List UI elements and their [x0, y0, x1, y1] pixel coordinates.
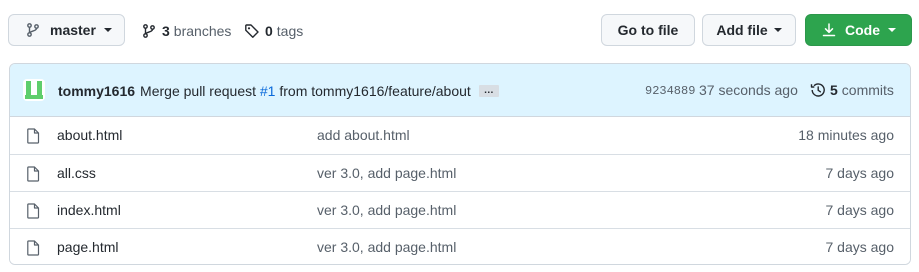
file-row[interactable]: all.css ver 3.0, add page.html 7 days ag…	[10, 154, 910, 191]
avatar[interactable]	[23, 79, 45, 101]
branch-name: master	[50, 22, 96, 38]
file-name[interactable]: about.html	[57, 127, 122, 143]
code-label: Code	[845, 22, 880, 38]
commits-label: commits	[841, 82, 894, 98]
branches-label: branches	[173, 23, 232, 39]
tag-icon	[244, 23, 260, 39]
download-icon	[821, 22, 837, 38]
pr-link[interactable]: #1	[260, 83, 276, 99]
commit-message-suffix[interactable]: from tommy1616/feature/about	[279, 83, 470, 99]
commits-count: 5	[830, 82, 838, 98]
tags-link[interactable]: 0 tags	[244, 21, 303, 41]
commits-link[interactable]: 5 commits	[810, 82, 894, 98]
file-commit-message[interactable]: ver 3.0, add page.html	[317, 239, 456, 255]
file-commit-message[interactable]: ver 3.0, add page.html	[317, 202, 456, 218]
tags-label: tags	[276, 23, 304, 39]
add-file-label: Add file	[716, 22, 768, 38]
file-age: 7 days ago	[825, 239, 895, 255]
expand-message-button[interactable]: …	[478, 85, 499, 97]
file-icon	[26, 166, 40, 185]
file-age: 7 days ago	[825, 165, 895, 181]
go-to-file-label: Go to file	[617, 22, 679, 38]
branches-link[interactable]: 3 branches	[141, 21, 231, 41]
branch-select-button[interactable]: master	[8, 14, 125, 46]
file-age: 7 days ago	[825, 202, 895, 218]
file-name[interactable]: page.html	[57, 239, 118, 255]
file-icon	[26, 240, 40, 259]
git-branch-icon	[141, 23, 157, 39]
commit-message-prefix[interactable]: Merge pull request	[140, 83, 256, 99]
commit-time[interactable]: 37 seconds ago	[699, 82, 798, 98]
history-icon	[810, 82, 826, 98]
add-file-button[interactable]: Add file	[702, 14, 796, 46]
commit-message: tommy1616 Merge pull request #1 from tom…	[58, 81, 499, 101]
commit-author[interactable]: tommy1616	[58, 83, 135, 99]
commit-sha[interactable]: 9234889	[645, 84, 695, 98]
file-name[interactable]: index.html	[57, 202, 121, 218]
chevron-down-icon	[888, 28, 896, 32]
go-to-file-button[interactable]: Go to file	[601, 14, 695, 46]
file-icon	[26, 128, 40, 147]
chevron-down-icon	[773, 28, 782, 32]
git-branch-icon	[25, 22, 41, 38]
file-icon	[26, 203, 40, 222]
file-row[interactable]: page.html ver 3.0, add page.html 7 days …	[10, 228, 910, 264]
file-row[interactable]: index.html ver 3.0, add page.html 7 days…	[10, 191, 910, 228]
chevron-down-icon	[103, 28, 112, 32]
code-button[interactable]: Code	[805, 14, 912, 46]
branches-count: 3	[162, 23, 170, 39]
file-name[interactable]: all.css	[57, 165, 96, 181]
file-age: 18 minutes ago	[798, 127, 894, 143]
file-commit-message[interactable]: ver 3.0, add page.html	[317, 165, 456, 181]
file-commit-message[interactable]: add about.html	[317, 127, 410, 143]
file-list-box: tommy1616 Merge pull request #1 from tom…	[9, 63, 911, 265]
latest-commit-bar: tommy1616 Merge pull request #1 from tom…	[10, 64, 910, 117]
tags-count: 0	[265, 23, 273, 39]
file-row[interactable]: about.html add about.html 18 minutes ago	[10, 117, 910, 154]
